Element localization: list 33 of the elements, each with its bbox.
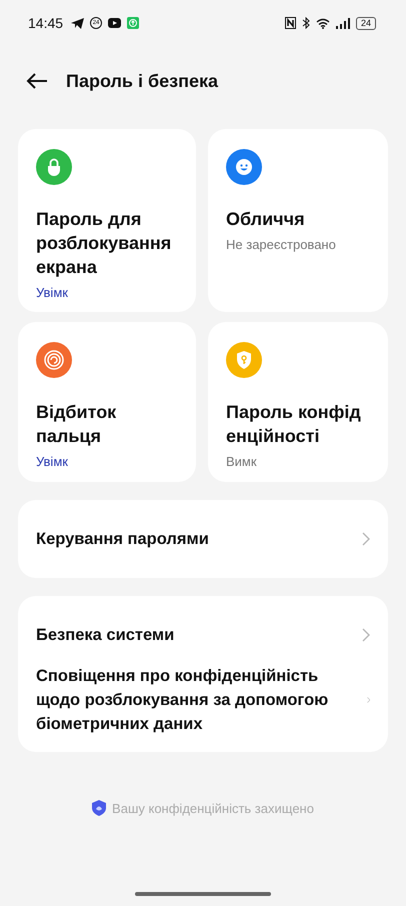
- settings-tile[interactable]: Пароль конфід енційності Вимк: [208, 322, 388, 482]
- settings-tile[interactable]: Пароль для розблокування екрана Увімк: [18, 129, 196, 312]
- tile-title: Пароль для розблокування екрана: [36, 208, 172, 279]
- settings-tile[interactable]: Обличчя Не зареєстровано: [208, 129, 388, 312]
- chevron-icon: [362, 532, 370, 546]
- telegram-icon: [71, 18, 84, 28]
- tile-status: Увімк: [36, 285, 68, 300]
- signal-icon: [336, 18, 350, 28]
- tile-status: Вимк: [226, 454, 257, 469]
- upload-icon: [127, 17, 140, 29]
- shield-icon: [92, 800, 106, 816]
- chevron-icon: [362, 628, 370, 642]
- back-arrow-icon[interactable]: [26, 73, 48, 89]
- privacy-note: Вашу конфіденційність захищено: [112, 800, 314, 816]
- tile-status: Не зареєстровано: [226, 237, 336, 252]
- wifi-icon: [316, 18, 330, 28]
- tile-status: Увімк: [36, 454, 68, 469]
- row-label: Керування паролями: [36, 529, 209, 550]
- settings-tile[interactable]: Відбиток пальця Увімк: [18, 322, 196, 482]
- settings-row[interactable]: Сповіщення про конфіденційність щодо розблокування за допомогою біометричних даних: [18, 664, 388, 742]
- settings-row[interactable]: Керування паролями: [18, 510, 388, 568]
- youtube-icon: [108, 18, 122, 28]
- bluetooth-icon: [302, 17, 310, 29]
- tile-title: Відбиток пальця: [36, 401, 118, 448]
- row-label: Сповіщення про конфіденційність щодо розблокування за допомогою біометричних даних: [36, 666, 330, 735]
- tile-title: Пароль конфід енційності: [226, 401, 362, 448]
- nfc-icon: [284, 17, 296, 29]
- clock: 14:45: [28, 15, 64, 31]
- row-label: Безпека системи: [36, 625, 174, 646]
- battery-indicator: 24: [356, 16, 376, 30]
- tile-title: Обличчя: [226, 208, 305, 231]
- settings-row[interactable]: Безпека системи: [18, 606, 388, 664]
- page-title: Пароль і безпека: [66, 70, 218, 92]
